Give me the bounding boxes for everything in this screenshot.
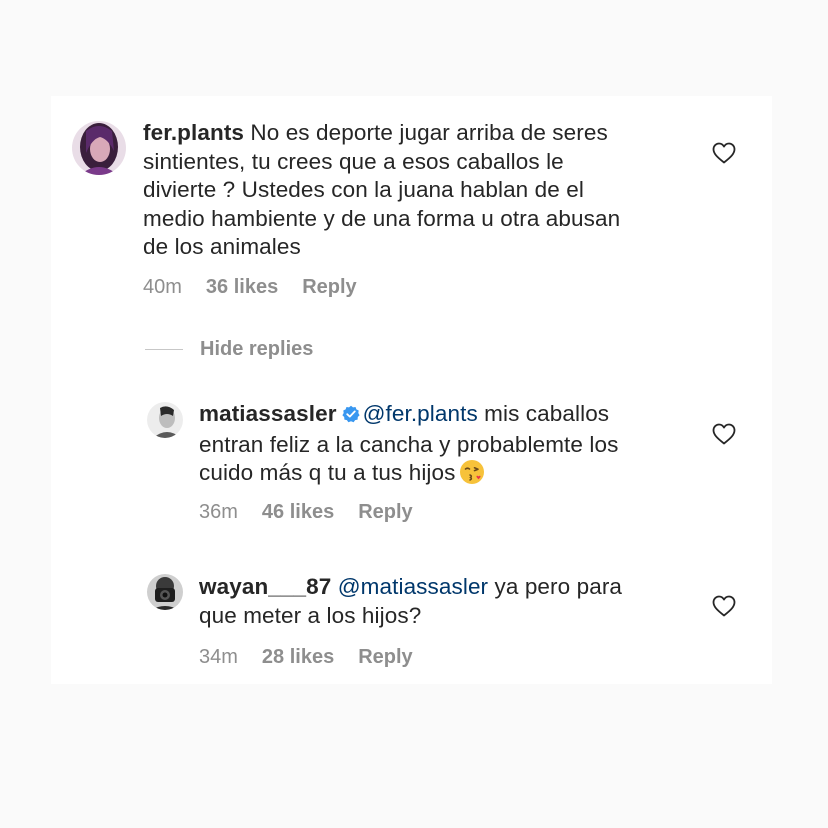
reply-1-text: matiassasler @fer.plants mis caballos ent… [199,400,719,493]
hide-replies-button[interactable]: Hide replies [145,338,313,361]
reply-1-line-2: entran feliz a la cancha y probablemte l… [199,431,619,457]
reply-2-reply-button[interactable]: Reply [358,646,412,668]
hide-replies-line [145,349,183,350]
comment-time: 40m [143,276,182,298]
reply-2-text: wayan___87 @matiassasler ya pero para qu… [199,573,719,630]
verified-badge-icon [341,402,360,431]
reply-1-meta: 36m 46 likes Reply [199,501,437,524]
heart-outline-icon[interactable] [712,423,736,445]
comment-line-4: medio hambiente y de una forma u otra ab… [143,205,621,231]
hide-replies-label: Hide replies [200,338,314,360]
comments-panel: fer.plants No es deporte jugar arriba de… [51,96,772,684]
comment-username[interactable]: fer.plants [143,120,244,145]
comment-line-2: sintientes, tu crees que a esos caballos… [143,148,564,174]
comment-likes[interactable]: 36 likes [206,276,278,298]
reply-2-likes[interactable]: 28 likes [262,646,334,668]
comment-reply-button[interactable]: Reply [302,276,356,298]
avatar-fer-plants[interactable] [72,121,126,175]
comment-meta: 40m 36 likes Reply [143,276,381,299]
comment-line-1: No es deporte jugar arriba de seres [244,120,608,145]
reply-1-line-3: cuido más q tu a tus hijos [199,460,456,485]
comment-text: fer.plants No es deporte jugar arriba de… [143,119,723,262]
reply-1-time: 36m [199,501,238,523]
reply-1-mention[interactable]: @fer.plants [363,401,478,426]
reply-1-likes[interactable]: 46 likes [262,501,334,523]
reply-2-mention[interactable]: @matiassasler [338,574,488,599]
reply-1-username[interactable]: matiassasler [199,401,337,426]
reply-1-reply-button[interactable]: Reply [358,501,412,523]
avatar-wayan-87[interactable] [147,574,183,610]
reply-1-line-1: mis caballos [477,401,610,426]
reply-2-meta: 34m 28 likes Reply [199,646,437,669]
face-blowing-kiss-emoji [459,459,485,493]
comment-line-3: divierte ? Ustedes con la juana hablan d… [143,177,584,202]
heart-outline-icon[interactable] [712,142,736,164]
reply-2-time: 34m [199,646,238,668]
reply-2-line-2: que meter a los hijos? [199,602,422,628]
reply-2-username[interactable]: wayan___87 [199,574,331,599]
heart-outline-icon[interactable] [712,595,736,617]
comment-line-5: de los animales [143,234,301,259]
avatar-matiassasler[interactable] [147,402,183,438]
reply-2-line-1: ya pero para [488,574,623,599]
